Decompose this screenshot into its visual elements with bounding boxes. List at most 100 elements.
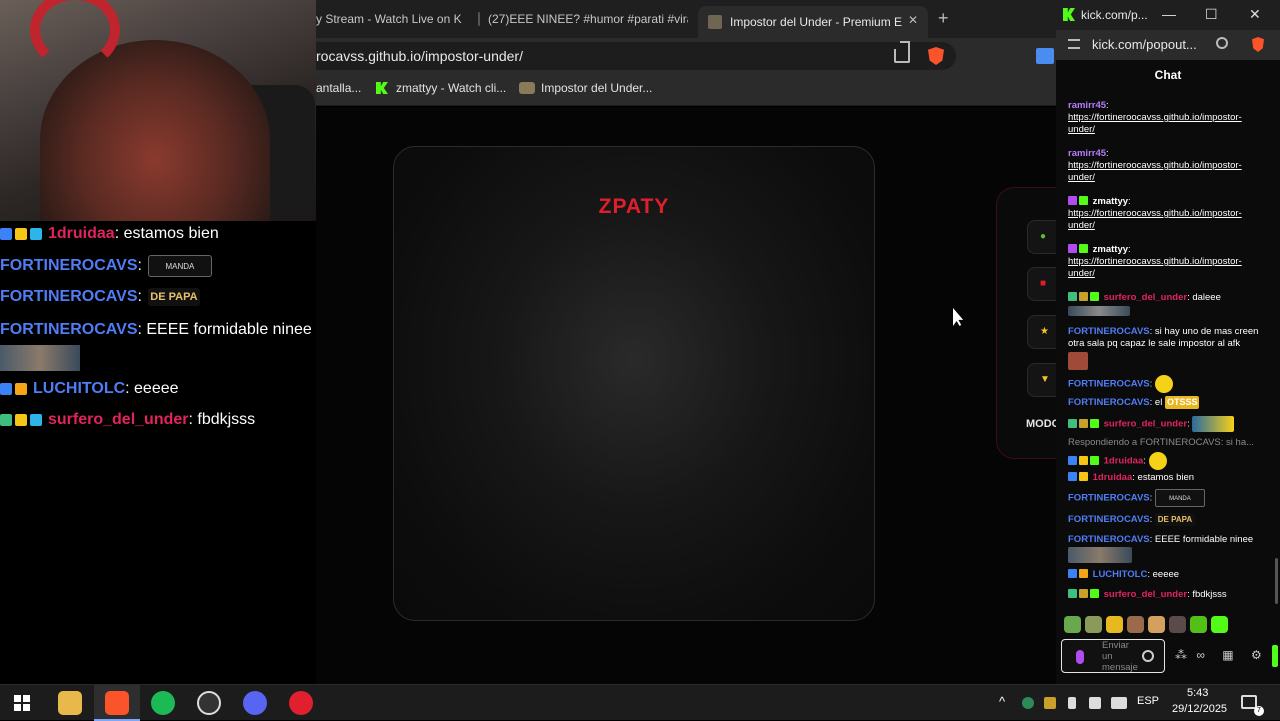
users-icon[interactable]: ⁂ <box>1175 648 1187 662</box>
windows-start-icon[interactable] <box>14 695 30 711</box>
chat-header: Chat <box>1154 68 1182 82</box>
manda-emote: MANDA <box>1154 489 1205 507</box>
bookmark-item[interactable]: antalla... <box>316 81 361 95</box>
chat-username[interactable]: zmattyy <box>1093 196 1128 207</box>
chat-text: : <box>137 257 142 274</box>
chat-text: : <box>137 288 142 305</box>
gem-badge-icon <box>30 228 42 240</box>
emote-button[interactable] <box>1106 616 1123 633</box>
chat-username[interactable]: FORTINEROCAVS <box>1068 379 1150 390</box>
sub-badge-icon <box>1079 418 1088 428</box>
discord-icon[interactable] <box>243 691 267 715</box>
tray-app-icon[interactable] <box>1044 697 1056 709</box>
bookmark-item[interactable]: zmattyy - Watch cli... <box>376 81 506 95</box>
chat-message: ramirr45: https://fortineroocavss.github… <box>1068 148 1242 183</box>
chat-username[interactable]: FORTINEROCAVS <box>1068 397 1150 408</box>
tray-app-icon[interactable] <box>1022 697 1034 709</box>
chat-username[interactable]: FORTINEROCAVS <box>1068 493 1150 504</box>
game-icon <box>519 82 535 94</box>
close-tab-icon[interactable]: ✕ <box>908 13 918 27</box>
chat-username[interactable]: surfero_del_under <box>1104 419 1187 430</box>
mic-icon[interactable] <box>1076 650 1084 664</box>
clock-time[interactable]: 5:43 <box>1187 687 1208 699</box>
sub-badge-icon <box>1079 589 1088 598</box>
notification-count-badge: 7 <box>1254 706 1264 716</box>
close-window-button[interactable]: ✕ <box>1249 6 1261 23</box>
chat-tools: ⁂ ∞ ▦ ⚙ <box>1175 648 1262 662</box>
bookmark-item[interactable]: Impostor del Under... <box>519 81 652 95</box>
bookmarks-bar: antalla... zmattyy - Watch cli... Impost… <box>316 74 1056 106</box>
link-icon[interactable]: ∞ <box>1196 648 1205 662</box>
emote-button[interactable] <box>1127 616 1144 633</box>
chat-message-list[interactable]: ramirr45: https://fortineroocavss.github… <box>1056 88 1280 618</box>
clock-date[interactable]: 29/12/2025 <box>1172 703 1227 715</box>
language-indicator[interactable]: ESP <box>1137 695 1159 707</box>
tab-kick-stream[interactable]: y Stream - Watch Live on K <box>316 6 466 32</box>
brave-shield-icon[interactable] <box>1252 37 1264 52</box>
chat-username: LUCHITOLC <box>33 380 126 397</box>
network-icon[interactable] <box>1111 697 1127 709</box>
emote-button[interactable] <box>1190 616 1207 633</box>
emote-button[interactable] <box>1064 616 1081 633</box>
tray-overflow-chevron[interactable]: ^ <box>999 694 1005 709</box>
chat-link[interactable]: https://fortineroocavss.github.io/impost… <box>1068 256 1242 279</box>
chat-username[interactable]: ramirr45 <box>1068 148 1106 159</box>
chat-username[interactable]: zmattyy <box>1093 244 1128 255</box>
depapa-emote: DE PAPA <box>147 288 200 306</box>
chat-username[interactable]: 1druidaa <box>1104 456 1144 467</box>
maximize-button[interactable]: ☐ <box>1205 6 1218 23</box>
site-settings-icon[interactable] <box>1068 39 1080 49</box>
zoom-icon[interactable] <box>1216 37 1228 49</box>
chat-link[interactable]: https://fortineroocavss.github.io/impost… <box>1068 112 1242 135</box>
store-icon[interactable]: ▦ <box>1222 648 1233 662</box>
chat-text: : EEEE formidable ninee <box>137 321 312 338</box>
kick-icon <box>1063 8 1075 21</box>
translate-icon[interactable] <box>1036 48 1054 64</box>
crown-badge-icon <box>15 228 27 240</box>
chat-scrollbar[interactable] <box>1275 558 1278 604</box>
chat-username[interactable]: FORTINEROCAVS <box>1068 326 1150 337</box>
tiktok-icon <box>478 12 480 26</box>
emote-button[interactable] <box>1148 616 1165 633</box>
browser-tab-bar: y Stream - Watch Live on K (27)EEE NINEE… <box>316 0 1056 38</box>
settings-gear-icon[interactable]: ⚙ <box>1251 648 1262 662</box>
url-text[interactable]: rocavss.github.io/impostor-under/ <box>316 48 523 64</box>
brave-shield-icon[interactable] <box>928 47 944 65</box>
volume-icon[interactable] <box>1089 697 1101 709</box>
chat-username[interactable]: surfero_del_under <box>1104 292 1187 303</box>
popout-url[interactable]: kick.com/popout... <box>1092 37 1197 52</box>
address-bar[interactable]: rocavss.github.io/impostor-under/ <box>316 42 956 70</box>
emoji-picker-icon[interactable] <box>1142 650 1154 662</box>
share-icon[interactable] <box>894 49 910 63</box>
chat-input-box[interactable]: Enviar un mensaje <box>1061 639 1165 673</box>
tab-tiktok[interactable]: (27)EEE NINEE? #humor #parati #vira <box>478 6 688 32</box>
chat-username[interactable]: surfero_del_under <box>1104 589 1187 600</box>
chat-username[interactable]: FORTINEROCAVS <box>1068 534 1150 545</box>
send-button[interactable] <box>1272 645 1278 667</box>
chat-username[interactable]: 1druidaa <box>1093 472 1133 483</box>
chat-link[interactable]: https://fortineroocavss.github.io/impost… <box>1068 208 1242 231</box>
chat-input-placeholder[interactable]: Enviar un mensaje <box>1102 640 1142 673</box>
new-tab-button[interactable]: + <box>938 8 949 29</box>
chat-text: daleee <box>1192 292 1221 303</box>
emote-button[interactable] <box>1169 616 1186 633</box>
brave-browser-icon[interactable] <box>105 691 129 715</box>
emote-button[interactable] <box>1085 616 1102 633</box>
minimize-button[interactable]: — <box>1162 6 1176 22</box>
photo-emote <box>1068 547 1132 563</box>
spotify-icon[interactable] <box>151 691 175 715</box>
chat-link[interactable]: https://fortineroocavss.github.io/impost… <box>1068 160 1242 183</box>
mic-tray-icon[interactable] <box>1068 697 1076 709</box>
sub-badge-icon <box>1079 292 1088 301</box>
chat-username[interactable]: FORTINEROCAVS <box>1068 514 1150 525</box>
chat-username[interactable]: ramirr45 <box>1068 100 1106 111</box>
chat-reply: Respondiendo a FORTINEROCAVS: si ha... <box>1068 437 1268 449</box>
red-app-icon[interactable] <box>289 691 313 715</box>
tab-impostor-active[interactable]: Impostor del Under - Premium E ✕ <box>698 6 928 38</box>
file-explorer-icon[interactable] <box>58 691 82 715</box>
obs-icon[interactable] <box>197 691 221 715</box>
face-emote <box>1068 352 1088 370</box>
chat-message: FORTINEROCAVS: MANDA <box>1068 489 1268 507</box>
chat-username[interactable]: LUCHITOLC <box>1093 569 1148 580</box>
emote-button[interactable] <box>1211 616 1228 633</box>
